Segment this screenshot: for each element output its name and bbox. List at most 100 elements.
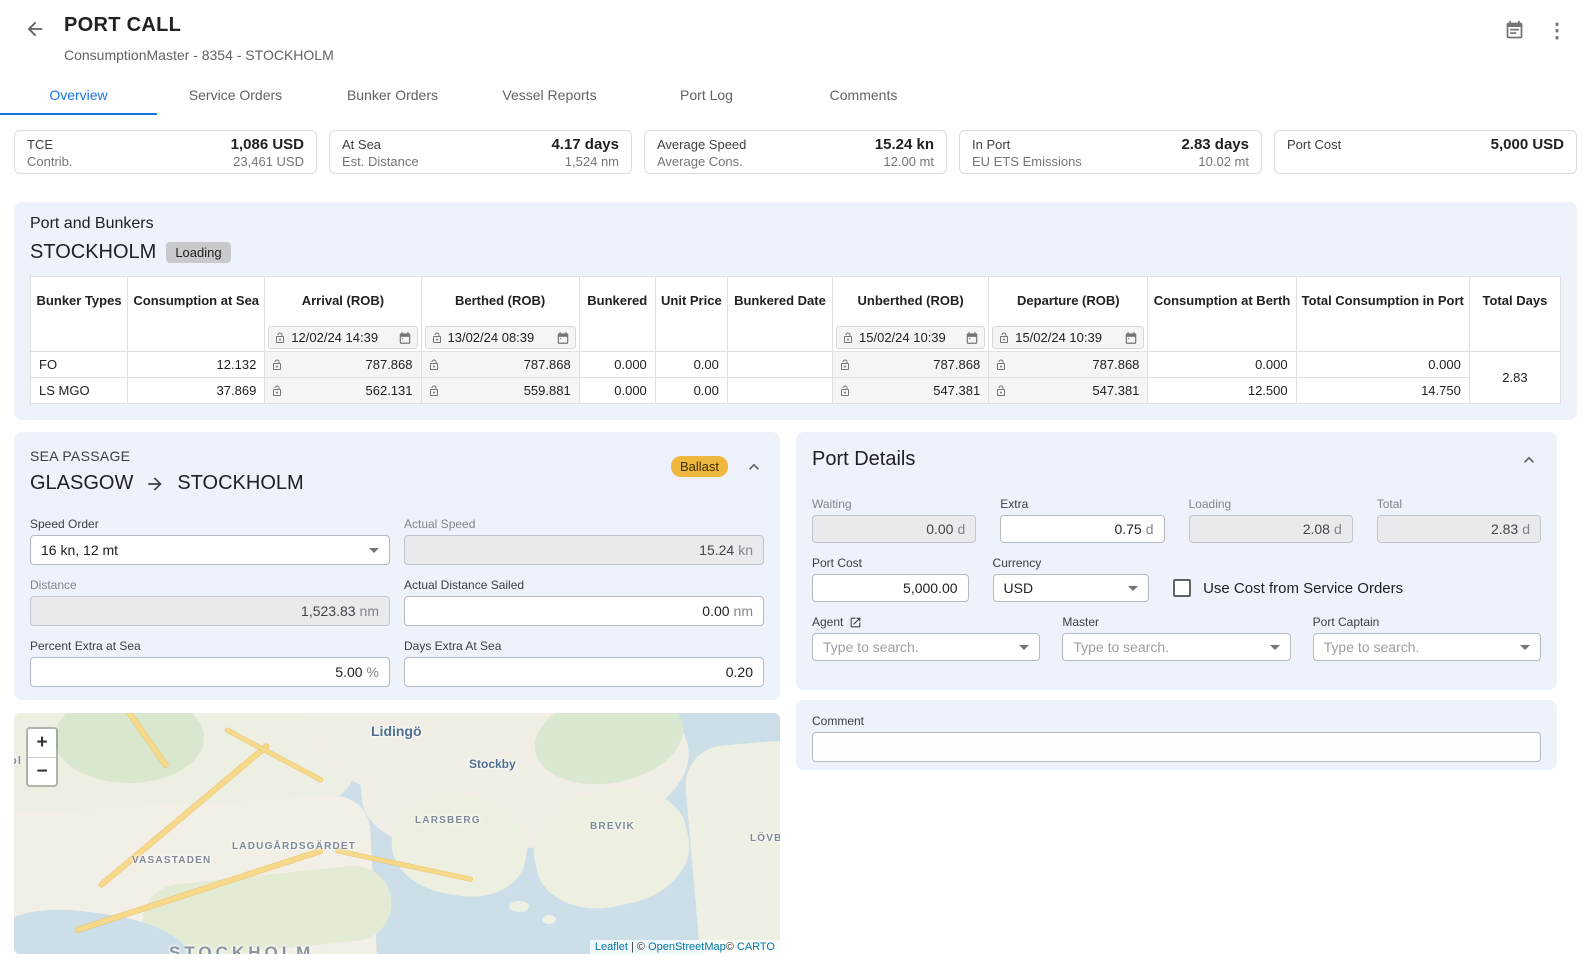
lock-open-icon[interactable]	[428, 385, 440, 397]
tab-bunker-orders[interactable]: Bunker Orders	[314, 77, 471, 115]
departure-datetime: 15/02/24 10:39	[1015, 330, 1102, 345]
departure-rob-field[interactable]: 547.381	[989, 378, 1148, 404]
bunkered-date[interactable]	[727, 378, 832, 404]
calendar-icon[interactable]	[556, 331, 570, 345]
lock-open-icon[interactable]	[839, 359, 851, 371]
collapse-chevron-icon[interactable]	[744, 457, 764, 477]
use-cost-checkbox[interactable]	[1173, 579, 1191, 597]
map-label-edge: ol	[14, 755, 22, 767]
calendar-icon[interactable]	[1124, 331, 1138, 345]
departure-rob-field[interactable]: 787.868	[989, 352, 1148, 378]
comment-label: Comment	[812, 714, 1541, 728]
lock-open-icon[interactable]	[271, 359, 283, 371]
speed-order-select[interactable]: 16 kn, 12 mt	[30, 535, 390, 565]
col-header: Departure (ROB)	[989, 277, 1148, 325]
map-label-brevik: BREVIK	[590, 821, 635, 832]
field-label: Currency	[993, 556, 1150, 570]
kpi-sublabel: Average Cons.	[657, 153, 743, 170]
zoom-in-button[interactable]: +	[28, 729, 56, 757]
berthed-rob-field[interactable]: 559.881	[421, 378, 579, 404]
lock-open-icon[interactable]	[274, 332, 286, 344]
master-search-select[interactable]: Type to search.	[1062, 633, 1290, 661]
field-label: Port Cost	[812, 556, 969, 570]
tab-comments[interactable]: Comments	[785, 77, 942, 115]
external-link-icon[interactable]	[849, 616, 862, 629]
tab-port-log[interactable]: Port Log	[628, 77, 785, 115]
col-header: Unit Price	[655, 277, 727, 325]
kpi-card-tce: TCE1,086 USD Contrib.23,461 USD	[14, 130, 317, 174]
zoom-out-button[interactable]: −	[28, 757, 56, 785]
unberthed-datetime-picker[interactable]: 15/02/24 10:39	[836, 326, 985, 349]
route-from: GLASGOW	[30, 472, 133, 495]
port-details-title: Port Details	[812, 448, 1541, 471]
kpi-subvalue: 23,461 USD	[233, 153, 304, 170]
bunkered[interactable]: 0.000	[579, 378, 655, 404]
lock-open-icon[interactable]	[839, 385, 851, 397]
departure-datetime-picker[interactable]: 15/02/24 10:39	[992, 326, 1144, 349]
field-label: Percent Extra at Sea	[30, 639, 390, 653]
agent-search-select[interactable]: Type to search.	[812, 633, 1040, 661]
unit-price[interactable]: 0.00	[655, 378, 727, 404]
bunkered-date[interactable]	[727, 352, 832, 378]
kpi-value: 5,000 USD	[1491, 136, 1564, 153]
calendar-icon[interactable]	[965, 331, 979, 345]
collapse-chevron-icon[interactable]	[1519, 450, 1539, 470]
map-attribution: Leaflet | © OpenStreetMap© CARTO	[590, 940, 780, 954]
field-label: Total	[1377, 497, 1541, 511]
tab-service-orders[interactable]: Service Orders	[157, 77, 314, 115]
calendar-icon[interactable]	[398, 331, 412, 345]
map-zoom-control: + −	[26, 727, 58, 787]
lock-open-icon[interactable]	[995, 359, 1007, 371]
comment-input[interactable]	[812, 732, 1541, 762]
kpi-value: 1,086 USD	[231, 136, 304, 153]
unberthed-rob-field[interactable]: 547.381	[833, 378, 989, 404]
port-details-section: Port Details Waiting 0.00d Extra 0.75d L…	[796, 432, 1557, 690]
bunker-type: FO	[31, 352, 128, 378]
map-island	[682, 738, 780, 954]
days-extra-at-sea-input[interactable]: 0.20	[404, 657, 764, 687]
ballast-badge: Ballast	[671, 456, 728, 477]
arrival-rob-field[interactable]: 562.131	[265, 378, 421, 404]
lock-open-icon[interactable]	[431, 332, 443, 344]
kpi-subvalue: 1,524 nm	[565, 153, 619, 170]
consumption-at-berth: 0.000	[1148, 352, 1296, 378]
tab-overview[interactable]: Overview	[0, 77, 157, 115]
port-map[interactable]: Lidingö Stockby LARSBERG BREVIK LÖVBER L…	[14, 713, 780, 954]
arrival-rob-field[interactable]: 787.868	[265, 352, 421, 378]
berthed-rob-field[interactable]: 787.868	[421, 352, 579, 378]
carto-link[interactable]: CARTO	[737, 941, 775, 953]
loading-days-input: 2.08d	[1189, 515, 1353, 543]
total-days-input: 2.83d	[1377, 515, 1541, 543]
field-label: Waiting	[812, 497, 976, 511]
currency-select[interactable]: USD	[993, 574, 1150, 602]
dropdown-arrow-icon	[1270, 645, 1280, 650]
bunkered[interactable]: 0.000	[579, 352, 655, 378]
lock-open-icon[interactable]	[271, 385, 283, 397]
unit-price[interactable]: 0.00	[655, 352, 727, 378]
col-header: Unberthed (ROB)	[833, 277, 989, 325]
port-cost-input[interactable]: 5,000.00	[812, 574, 969, 602]
field-label: Actual Speed	[404, 517, 764, 531]
openstreetmap-link[interactable]: OpenStreetMap	[648, 941, 726, 953]
sea-passage-section: SEA PASSAGE GLASGOW STOCKHOLM Ballast Sp…	[14, 432, 780, 700]
lock-open-icon[interactable]	[842, 332, 854, 344]
more-options-icon[interactable]: ⋮	[1547, 21, 1567, 41]
map-label-vasastaden: VASASTADEN	[132, 855, 211, 866]
map-label-lovberget: LÖVBER	[750, 833, 780, 844]
berthed-datetime-picker[interactable]: 13/02/24 08:39	[425, 326, 576, 349]
tab-vessel-reports[interactable]: Vessel Reports	[471, 77, 628, 115]
calendar-icon[interactable]	[1504, 20, 1525, 41]
lock-open-icon[interactable]	[995, 385, 1007, 397]
dropdown-arrow-icon	[1520, 645, 1530, 650]
extra-days-input[interactable]: 0.75d	[1000, 515, 1164, 543]
leaflet-link[interactable]: Leaflet	[595, 941, 628, 953]
arrival-datetime-picker[interactable]: 12/02/24 14:39	[268, 326, 417, 349]
percent-extra-at-sea-input[interactable]: 5.00%	[30, 657, 390, 687]
port-captain-search-select[interactable]: Type to search.	[1313, 633, 1541, 661]
back-arrow-icon[interactable]	[24, 18, 46, 63]
unberthed-rob-field[interactable]: 787.868	[833, 352, 989, 378]
lock-open-icon[interactable]	[428, 359, 440, 371]
dropdown-arrow-icon	[1128, 586, 1138, 591]
lock-open-icon[interactable]	[998, 332, 1010, 344]
actual-distance-sailed-input[interactable]: 0.00nm	[404, 596, 764, 626]
